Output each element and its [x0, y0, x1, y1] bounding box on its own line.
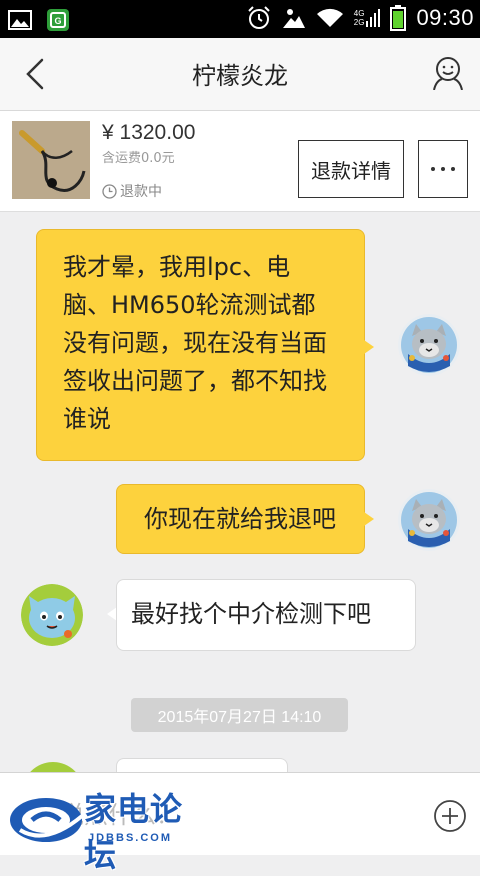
message-text: 我才晕，我用lpc、电脑、HM650轮流测试都没有问题，现在没有当面签收出问题了… — [63, 253, 327, 433]
network-type: 4G 2G — [354, 9, 381, 27]
watermark-url: JDBBS.COM — [88, 832, 173, 844]
alarm-icon — [248, 6, 270, 29]
chat-header: 柠檬炎龙 — [0, 38, 480, 111]
watermark-text: 家电论坛 — [84, 790, 184, 874]
more-dots-icon — [431, 167, 435, 171]
bubble-tail — [364, 512, 374, 526]
add-attachment-icon[interactable] — [434, 800, 466, 832]
signal-icon — [366, 9, 381, 27]
gallery-icon — [8, 10, 32, 30]
clock: 09:30 — [416, 5, 474, 30]
message-timestamp: 2015年07月27日 14:10 — [131, 698, 348, 732]
status-bar: G 4G 2G 09:30 — [0, 0, 480, 38]
product-thumbnail[interactable] — [12, 121, 90, 199]
shipping-fee: 含运费0.0元 — [102, 151, 175, 166]
message-text: 最好找个中介检测下吧 — [131, 600, 371, 628]
message-text: 你现在就给我退吧 — [144, 505, 336, 533]
contact-avatar[interactable] — [21, 584, 83, 646]
my-avatar[interactable] — [398, 489, 460, 551]
network-4g-label: 4G — [353, 9, 365, 18]
bubble-tail — [364, 340, 374, 354]
watermark-logo: 家电论坛 JDBBS.COM — [6, 780, 196, 874]
clock-icon — [102, 183, 117, 199]
message-bubble-outgoing[interactable]: 我才晕，我用lpc、电脑、HM650轮流测试都没有问题，现在没有当面签收出问题了… — [36, 229, 365, 461]
battery-icon — [390, 5, 407, 31]
network-2g-label: 2G — [353, 18, 365, 27]
message-bubble-incoming[interactable]: 最好找个中介检测下吧 — [116, 579, 416, 651]
product-card[interactable]: ¥ 1320.00 含运费0.0元 退款中 退款详情 — [0, 111, 480, 212]
app-notification-icon: G — [47, 9, 69, 31]
weather-icon — [282, 9, 305, 28]
refund-status-label: 退款中 — [120, 184, 162, 200]
chat-title: 柠檬炎龙 — [192, 62, 288, 90]
my-avatar[interactable] — [398, 314, 460, 376]
wifi-icon — [316, 8, 343, 27]
product-price: ¥ 1320.00 — [102, 121, 196, 144]
refund-details-button[interactable]: 退款详情 — [298, 140, 404, 198]
refund-status: 退款中 — [102, 181, 162, 201]
contact-profile-icon[interactable] — [432, 56, 464, 90]
more-options-button[interactable] — [418, 140, 468, 198]
svg-text:G: G — [54, 16, 61, 26]
message-bubble-outgoing[interactable]: 你现在就给我退吧 — [116, 484, 365, 554]
